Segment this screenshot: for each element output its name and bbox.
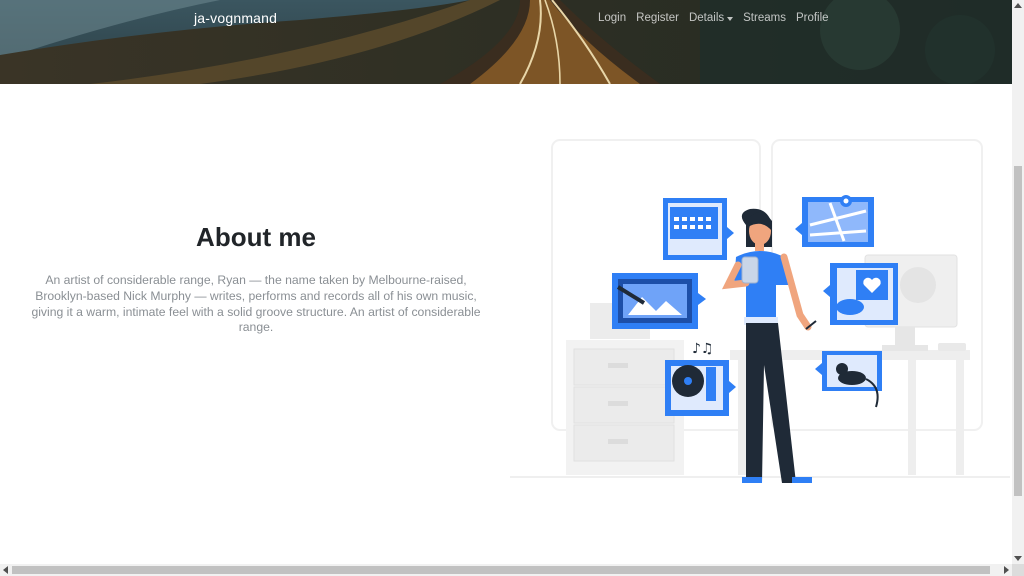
nav-profile[interactable]: Profile: [796, 12, 829, 24]
about-title: About me: [196, 222, 316, 252]
nav-details-dropdown[interactable]: Details: [688, 12, 734, 24]
scroll-up-arrow-icon[interactable]: [1014, 3, 1022, 8]
nav-login-label: Login: [598, 12, 627, 24]
scroll-left-arrow-icon[interactable]: [3, 566, 8, 574]
caret-down-icon: [727, 16, 734, 21]
hero-banner: ja-vognmand Login Register Details Strea…: [0, 0, 1012, 84]
main-nav: Login Register Details Streams Profile: [598, 12, 839, 24]
nav-profile-label: Profile: [795, 12, 829, 24]
nav-register[interactable]: Register: [636, 12, 679, 24]
vertical-scrollbar[interactable]: [1012, 0, 1024, 564]
horizontal-scrollbar[interactable]: [0, 564, 1012, 576]
scroll-down-arrow-icon[interactable]: [1014, 556, 1022, 561]
scrollbar-corner: [1012, 564, 1024, 576]
nav-streams[interactable]: Streams: [743, 12, 786, 24]
vertical-scroll-thumb[interactable]: [1014, 166, 1022, 496]
nav-login[interactable]: Login: [598, 12, 626, 24]
nav-register-label: Register: [636, 12, 679, 24]
scroll-right-arrow-icon[interactable]: [1004, 566, 1009, 574]
svg-text:♪♫: ♪♫: [692, 341, 714, 357]
nav-details-label: Details: [688, 12, 725, 24]
woman-with-phone-illustration: ♪♫: [510, 139, 1010, 483]
about-description: An artist of considerable range, Ryan — …: [31, 273, 481, 335]
horizontal-scroll-thumb[interactable]: [12, 566, 990, 574]
nav-streams-label: Streams: [743, 12, 786, 24]
road-background-image: [0, 0, 1012, 84]
brand-logo-text[interactable]: ja-vognmand: [194, 10, 277, 26]
